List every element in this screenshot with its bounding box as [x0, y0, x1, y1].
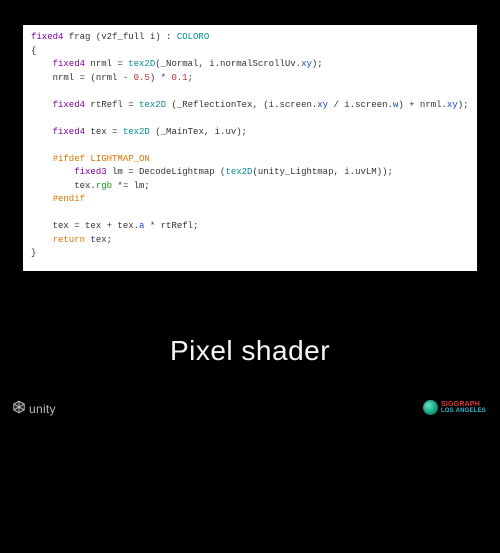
code-token: ) * — [150, 73, 172, 83]
slide: fixed4 frag (v2f_full i) : COLORO { fixe… — [0, 0, 500, 553]
code-token: xy — [317, 100, 328, 110]
code-token: ); — [312, 59, 323, 69]
code-token: fixed4 — [53, 100, 85, 110]
code-token: (unity_Lightmap, i.uvLM)); — [252, 167, 392, 177]
code-token: #ifdef LIGHTMAP_ON — [53, 154, 150, 164]
code-token: xy — [301, 59, 312, 69]
code-token: / i.screen. — [328, 100, 393, 110]
code-token: COLORO — [177, 32, 209, 42]
code-token: ) + nrml. — [398, 100, 447, 110]
code-token: fixed4 — [53, 59, 85, 69]
siggraph-line1: SIGGRAPH — [441, 401, 486, 408]
code-token: xy — [447, 100, 458, 110]
code-token: nrml = (nrml - — [53, 73, 134, 83]
siggraph-text: SIGGRAPH LOS ANGELES — [441, 401, 486, 414]
code-token: tex = — [85, 127, 123, 137]
unity-logo-text: unity — [29, 402, 56, 416]
code-panel: fixed4 frag (v2f_full i) : COLORO { fixe… — [23, 25, 477, 271]
code-token: * rtRefl; — [144, 221, 198, 231]
code-token: (_MainTex, i.uv); — [150, 127, 247, 137]
code-token: nrml = — [85, 59, 128, 69]
unity-cube-icon — [12, 400, 26, 417]
code-token: fixed4 — [31, 32, 63, 42]
code-token: tex. — [74, 181, 96, 191]
code-token: fixed4 — [53, 127, 85, 137]
code-token: return — [53, 235, 85, 245]
code-token: 0.1 — [171, 73, 187, 83]
code-token: frag (v2f_full i) : — [63, 32, 176, 42]
code-token: tex; — [85, 235, 112, 245]
code-token: *= lm; — [112, 181, 150, 191]
code-token: ); — [458, 100, 469, 110]
siggraph-logo: SIGGRAPH LOS ANGELES — [423, 400, 486, 415]
code-token: tex2D — [225, 167, 252, 177]
code-token: tex2D — [123, 127, 150, 137]
code-token: rgb — [96, 181, 112, 191]
code-token: (_ReflectionTex, (i.screen. — [166, 100, 317, 110]
slide-title: Pixel shader — [0, 335, 500, 367]
unity-logo: unity — [12, 400, 56, 417]
code-token: tex = tex + tex. — [53, 221, 139, 231]
siggraph-line2: LOS ANGELES — [441, 408, 486, 414]
swirl-icon — [423, 400, 438, 415]
code-token: fixed3 — [74, 167, 106, 177]
code-token: lm = DecodeLightmap ( — [107, 167, 226, 177]
code-token: ; — [188, 73, 193, 83]
code-token: tex2D — [128, 59, 155, 69]
code-token: (_Normal, i.normalScrollUv. — [155, 59, 301, 69]
code-token: #endif — [53, 194, 85, 204]
code-token: rtRefl = — [85, 100, 139, 110]
code-token: tex2D — [139, 100, 166, 110]
code-token: 0.5 — [134, 73, 150, 83]
